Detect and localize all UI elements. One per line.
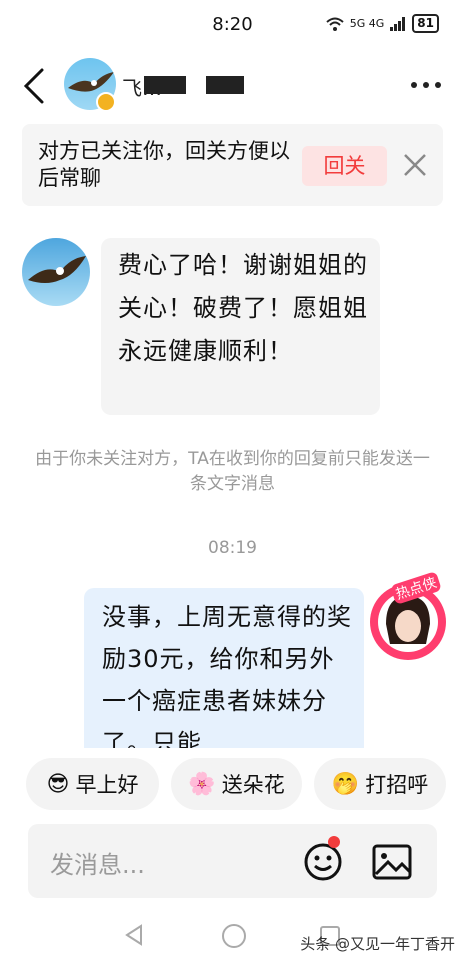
contact-message-avatar[interactable] xyxy=(22,238,90,306)
notification-dot xyxy=(328,836,340,848)
flower-emoji-icon: 🌸 xyxy=(188,771,216,797)
wifi-icon xyxy=(326,17,344,31)
status-icons: 5G 4G 81 xyxy=(326,14,439,33)
verified-badge xyxy=(96,92,116,112)
quick-reply-send-flower[interactable]: 🌸 送朵花 xyxy=(171,758,302,810)
signal-icon xyxy=(390,16,406,31)
quick-reply-label: 打招呼 xyxy=(365,773,429,797)
quick-reply-label: 送朵花 xyxy=(221,773,285,797)
incoming-message-text: 费心了哈！谢谢姐姐的关心！破费了！愿姐姐永远健康顺利！ xyxy=(118,251,368,365)
sunglasses-emoji-icon: 😎 xyxy=(46,771,70,797)
quick-reply-label: 早上好 xyxy=(75,773,139,797)
system-note: 由于你未关注对方，TA在收到你的回复前只能发送一条文字消息 xyxy=(35,449,430,494)
follow-banner-text: 对方已关注你，回关方便以后常聊 xyxy=(38,139,290,190)
nav-home-icon[interactable] xyxy=(222,924,246,948)
quick-reply-good-morning[interactable]: 😎 早上好 xyxy=(26,758,159,810)
emoji-icon[interactable] xyxy=(303,842,343,882)
nav-back-icon[interactable] xyxy=(124,924,144,946)
follow-back-button[interactable]: 回关 xyxy=(302,146,387,186)
message-timestamp: 08:19 xyxy=(208,538,257,558)
quick-reply-say-hi[interactable]: 🤭 打招呼 xyxy=(314,758,446,810)
outgoing-message-text: 没事，上周无意得的奖励30元，给你和另外一个癌症患者妹妹分了。只能 xyxy=(102,603,352,757)
watermark: 头条 @又见一年丁香开 xyxy=(300,935,455,953)
close-icon[interactable] xyxy=(402,152,428,178)
image-icon[interactable] xyxy=(372,844,412,880)
network-indicator: 5G 4G xyxy=(349,17,385,30)
name-redaction xyxy=(206,76,244,94)
back-arrow-icon[interactable] xyxy=(18,66,54,106)
eagle-icon xyxy=(28,256,86,283)
name-redaction xyxy=(144,76,186,94)
shy-emoji-icon: 🤭 xyxy=(331,771,360,797)
battery-level: 81 xyxy=(412,14,439,33)
more-options-icon[interactable] xyxy=(411,82,441,88)
message-input-placeholder[interactable]: 发消息... xyxy=(50,845,145,880)
